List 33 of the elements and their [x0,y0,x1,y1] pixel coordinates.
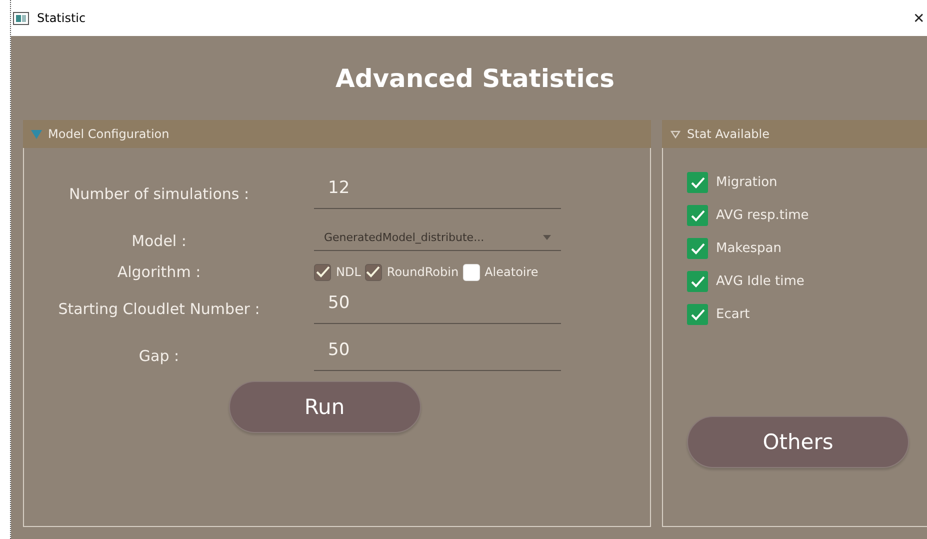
caret-icon [543,235,551,240]
model-dropdown[interactable]: GeneratedModel_distribute... [314,231,561,251]
others-button[interactable]: Others [687,416,909,468]
algorithm-checkbox[interactable]: RoundRobin [364,264,459,280]
algorithm-checkbox[interactable]: Aleatoire [462,264,538,280]
algorithm-checkbox[interactable]: NDL [314,264,361,280]
page-heading: Advanced Statistics [334,62,616,94]
field-label: Algorithm : [117,263,201,281]
field-label: Number of simulations : [68,184,250,202]
text-field[interactable]: 12 [314,178,561,209]
field-label: Gap : [138,346,180,364]
check-icon [366,266,380,278]
check-icon [316,266,330,278]
stat-checkbox[interactable]: Migration [687,172,927,193]
stat-checkbox[interactable]: Ecart [687,304,927,325]
stat-checkbox[interactable]: AVG Idle time [687,271,927,292]
close-button[interactable]: ✕ [913,10,927,26]
check-icon [690,242,704,254]
field-label: Model : [132,232,186,250]
panel-header[interactable]: Model Configuration [23,120,651,148]
text-field[interactable]: 50 [314,340,561,371]
stat-checkbox[interactable]: AVG resp.time [687,205,927,226]
check-icon [690,210,704,222]
run-button[interactable]: Run [228,381,420,433]
panel-header[interactable]: Stat Available [662,120,927,148]
text-field[interactable]: 50 [314,293,561,324]
window-title: Statistic [37,11,87,25]
collapse-triangle-icon[interactable] [670,130,681,138]
check-icon [690,308,704,320]
stat-checkbox[interactable]: Makespan [687,238,927,259]
check-icon [690,276,704,288]
check-icon [690,176,704,188]
field-label: Starting Cloudlet Number : [58,300,260,318]
